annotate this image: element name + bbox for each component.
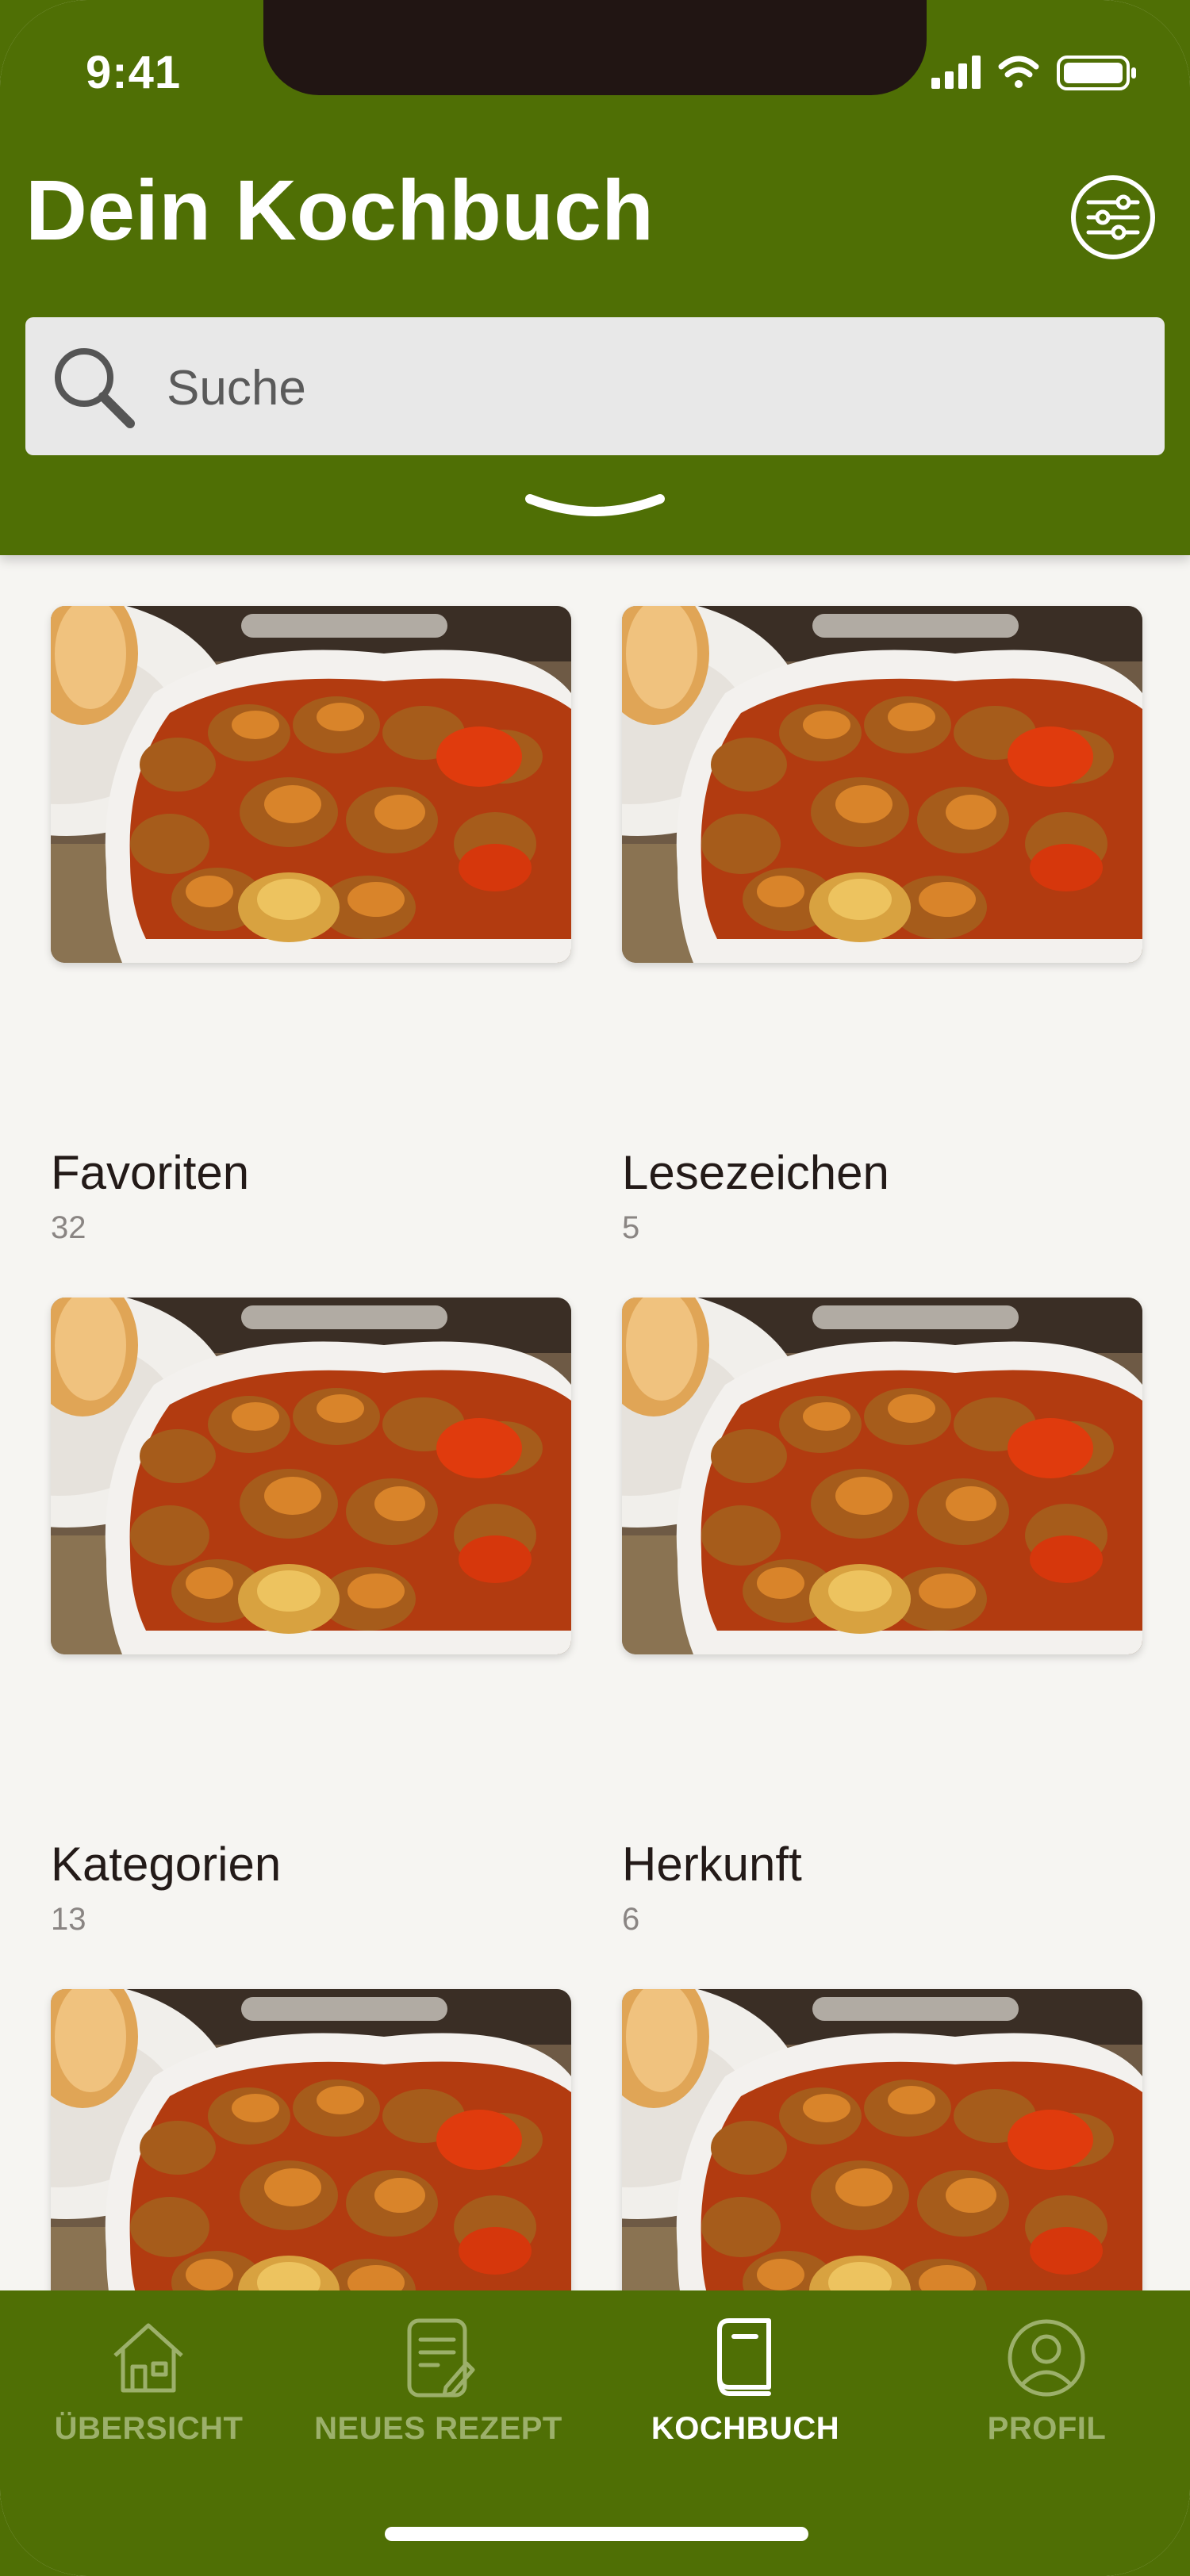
app-screen: 9:41 Dein Kochbuch Suche Favoriten 32 Le… [0,0,1190,2576]
wifi-icon [998,56,1039,88]
signal-icon [931,56,981,89]
cookbook-icon [717,2318,771,2396]
tab-profil[interactable]: PROFIL [898,2290,1190,2481]
status-icons [931,56,1136,90]
collection-count: 13 [51,1902,86,1937]
recipe-thumbnail [622,1298,1142,1654]
recipe-note-icon [407,2318,475,2398]
collection-name: Favoriten [51,1146,250,1199]
page-title: Dein Kochbuch [25,162,654,258]
status-time: 9:41 [86,47,182,98]
collection-name: Kategorien [51,1838,282,1891]
collection-name: Herkunft [622,1838,802,1891]
collection-grid: Favoriten 32 Lesezeichen 5 Kategorien 13… [0,555,1190,2346]
tab-label: ÜBERSICHT [54,2411,244,2446]
profile-icon [1008,2319,1085,2397]
collection-card-lesezeichen[interactable]: Lesezeichen 5 [622,606,1142,1245]
tab-uebersicht[interactable]: ÜBERSICHT [0,2290,298,2481]
tab-label: NEUES REZEPT [314,2411,562,2446]
collection-card-kategorien[interactable]: Kategorien 13 [51,1298,571,1937]
tab-neues-rezept[interactable]: NEUES REZEPT [290,2290,587,2481]
battery-icon [1057,56,1136,90]
home-indicator[interactable] [385,2527,808,2541]
search-icon [55,348,135,428]
collection-card-herkunft[interactable]: Herkunft 6 [622,1298,1142,1937]
collection-count: 32 [51,1210,86,1245]
filter-settings-button[interactable] [1069,174,1157,261]
search-input[interactable] [165,349,1120,427]
recipe-thumbnail [622,606,1142,963]
recipe-thumbnail [51,1298,571,1654]
tab-label: PROFIL [987,2411,1107,2446]
recipe-thumbnail [51,606,571,963]
sliders-icon [1086,194,1140,240]
collection-count: 6 [622,1902,640,1937]
tab-label: KOCHBUCH [651,2411,840,2446]
tab-kochbuch[interactable]: KOCHBUCH [597,2290,894,2481]
house-icon [113,2323,183,2393]
collection-count: 5 [622,1210,640,1245]
device-notch [263,0,927,95]
collection-name: Lesezeichen [622,1146,889,1199]
expand-chevron-icon[interactable] [524,488,666,527]
search-bar[interactable] [25,317,1165,455]
collection-card-favoriten[interactable]: Favoriten 32 [51,606,571,1245]
header-bar: 9:41 Dein Kochbuch [0,0,1190,555]
